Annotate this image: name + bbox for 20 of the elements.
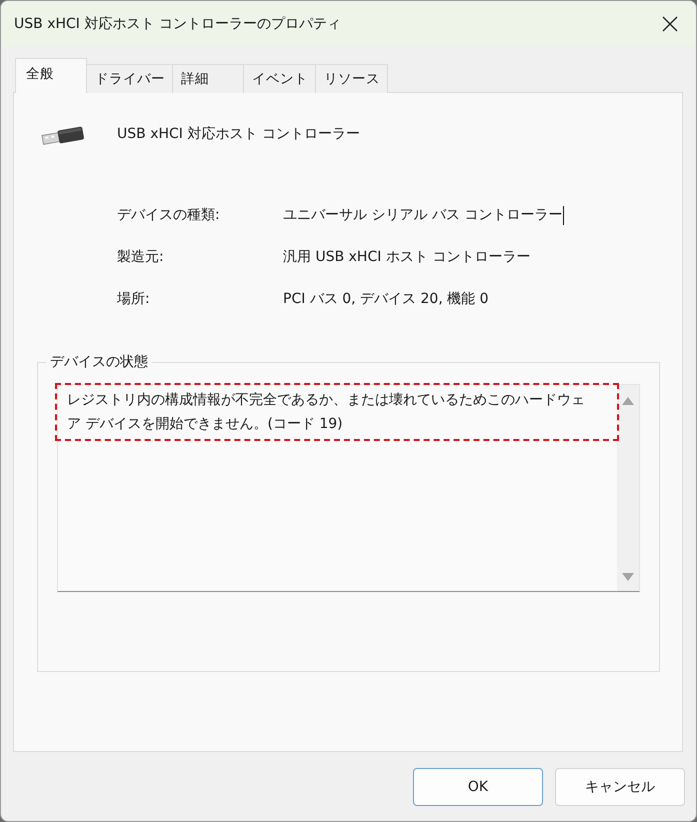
property-label: デバイスの種類:	[117, 206, 221, 224]
status-message: レジストリ内の構成情報が不完全であるか、または壊れているためこのハードウェア デバイスを開始できません。(コード 19)	[67, 391, 586, 434]
tab[interactable]: 詳細	[172, 64, 244, 93]
property-label: 製造元:	[117, 248, 165, 266]
tab[interactable]: リソース	[315, 64, 388, 93]
scrollbar[interactable]	[617, 385, 639, 591]
up-triangle-icon[interactable]	[622, 397, 634, 405]
tab[interactable]: 全般	[15, 58, 87, 93]
close-icon	[662, 16, 678, 32]
dialog-button[interactable]: OK	[413, 768, 543, 806]
property-value: PCI バス 0, デバイス 20, 機能 0	[283, 290, 489, 308]
dialog-button[interactable]: キャンセル	[555, 768, 685, 806]
tab[interactable]: イベント	[243, 64, 316, 93]
property-value: 汎用 USB xHCI ホスト コントローラー	[283, 248, 530, 266]
down-triangle-icon[interactable]	[622, 573, 634, 581]
property-label: 場所:	[117, 290, 151, 308]
tab[interactable]: ドライバー	[86, 64, 173, 93]
device-name: USB xHCI 対応ホスト コントローラー	[117, 125, 360, 143]
property-value: ユニバーサル シリアル バス コントローラー	[283, 206, 562, 224]
window-title: USB xHCI 対応ホスト コントローラーのプロパティ	[14, 14, 342, 32]
